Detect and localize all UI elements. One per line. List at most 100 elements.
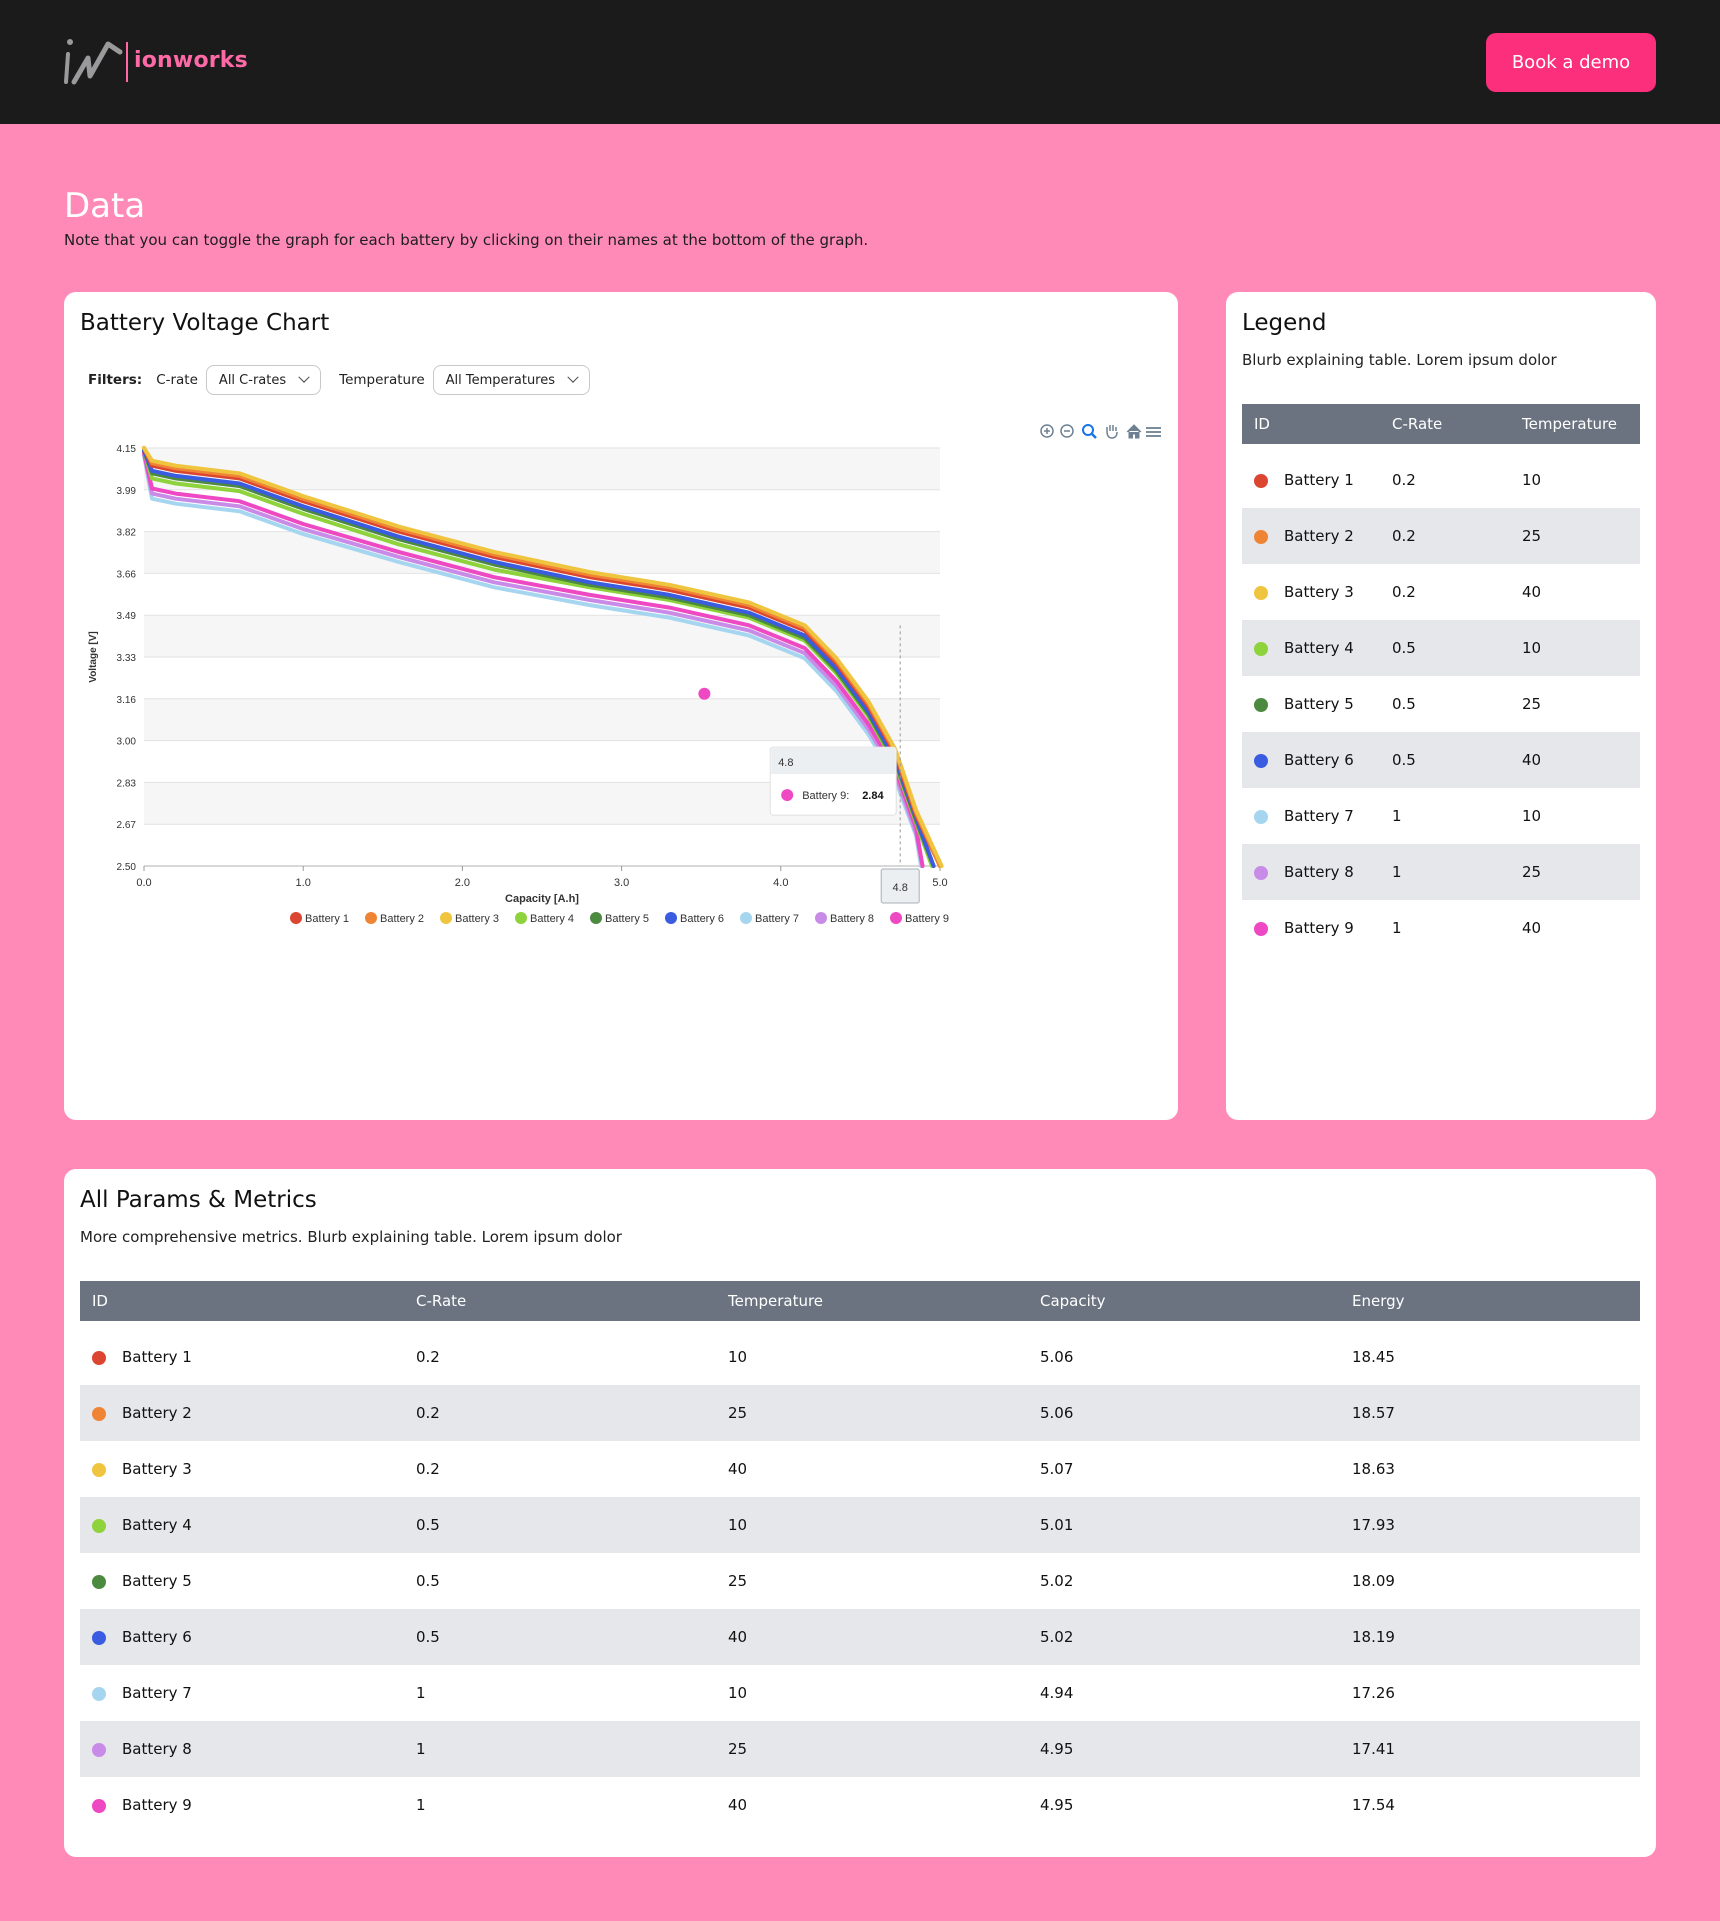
tooltip-series-name: Battery 9: xyxy=(802,790,849,802)
legend-color-marker xyxy=(290,912,302,924)
legend-crate-cell: 0.2 xyxy=(1380,508,1510,564)
metrics-temp-cell: 40 xyxy=(716,1609,1028,1665)
y-tick-label: 3.16 xyxy=(117,695,137,706)
legend-row[interactable]: Battery 6 0.5 40 xyxy=(1242,732,1640,788)
chart-legend-item[interactable]: Battery 3 xyxy=(440,912,499,925)
series-color-dot xyxy=(1254,809,1268,824)
zoom-out-icon[interactable] xyxy=(1060,424,1074,438)
filters-label: Filters: xyxy=(88,372,143,388)
legend-col-temperature: Temperature xyxy=(1510,404,1640,444)
series-color-dot xyxy=(92,1630,106,1645)
legend-col-id: ID xyxy=(1242,404,1380,444)
legend-temperature-cell: 40 xyxy=(1522,919,1542,937)
table-row[interactable]: Battery 3 0.2 40 5.07 18.63 xyxy=(80,1441,1640,1497)
table-row[interactable]: Battery 6 0.5 40 5.02 18.19 xyxy=(80,1609,1640,1665)
series-color-dot xyxy=(1254,529,1268,544)
table-row[interactable]: Battery 5 0.5 25 5.02 18.09 xyxy=(80,1553,1640,1609)
legend-color-marker xyxy=(890,912,902,924)
metrics-id-label: Battery 1 xyxy=(122,1348,192,1366)
metrics-capacity-cell: 5.06 xyxy=(1040,1348,1074,1366)
chart-legend-item[interactable]: Battery 1 xyxy=(290,912,349,925)
chart-legend-item[interactable]: Battery 8 xyxy=(815,912,874,925)
metrics-energy-cell: 17.41 xyxy=(1340,1721,1640,1777)
pan-hand-icon[interactable] xyxy=(1106,425,1118,439)
legend-item-label: Battery 4 xyxy=(530,913,574,925)
legend-row[interactable]: Battery 9 1 40 xyxy=(1242,900,1640,956)
y-axis-title: Voltage [V] xyxy=(88,631,99,682)
crate-filter-label: C-rate xyxy=(156,372,198,388)
metrics-id-cell: Battery 9 xyxy=(80,1777,404,1833)
metrics-temp-cell: 10 xyxy=(728,1684,748,1702)
tooltip-x-value: 4.8 xyxy=(778,757,793,769)
legend-crate-cell: 0.5 xyxy=(1392,695,1416,713)
legend-id-cell: Battery 7 xyxy=(1242,788,1380,844)
crosshair-x-label: 4.8 xyxy=(893,882,908,894)
menu-icon[interactable] xyxy=(1146,427,1161,437)
legend-crate-cell: 0.5 xyxy=(1380,732,1510,788)
legend-item-label: Battery 2 xyxy=(380,913,424,925)
voltage-line-chart[interactable]: 4.15 3.99 3.82 3.66 3.49 3.33 3.16 3.00 2.83 2.67… xyxy=(64,402,1178,1112)
legend-temperature-cell: 10 xyxy=(1510,620,1640,676)
metrics-id-label: Battery 4 xyxy=(122,1516,192,1534)
legend-col-crate: C-Rate xyxy=(1380,404,1510,444)
metrics-temp-cell: 10 xyxy=(716,1497,1028,1553)
table-row[interactable]: Battery 2 0.2 25 5.06 18.57 xyxy=(80,1385,1640,1441)
legend-id-label: Battery 1 xyxy=(1284,471,1354,489)
crate-filter-select[interactable]: All C-rates xyxy=(205,365,322,395)
chart-legend-item[interactable]: Battery 4 xyxy=(515,912,574,925)
legend-id-label: Battery 6 xyxy=(1284,751,1354,769)
temperature-filter-select[interactable]: All Temperatures xyxy=(432,365,591,395)
metrics-temp-cell: 40 xyxy=(728,1460,748,1478)
series-color-dot xyxy=(1254,473,1268,488)
metrics-energy-cell: 18.57 xyxy=(1340,1385,1640,1441)
grid-band xyxy=(144,698,940,741)
metrics-temp-cell: 25 xyxy=(716,1385,1028,1441)
legend-temperature-cell: 40 xyxy=(1522,583,1542,601)
legend-item-label: Battery 1 xyxy=(305,913,349,925)
chart-legend-item[interactable]: Battery 9 xyxy=(890,912,949,925)
legend-crate-cell: 0.2 xyxy=(1392,583,1416,601)
metrics-capacity-cell: 5.02 xyxy=(1040,1572,1074,1590)
legend-id-label: Battery 7 xyxy=(1284,807,1354,825)
legend-row[interactable]: Battery 5 0.5 25 xyxy=(1242,676,1640,732)
legend-row[interactable]: Battery 4 0.5 10 xyxy=(1242,620,1640,676)
legend-id-cell: Battery 4 xyxy=(1242,620,1380,676)
chart-legend-item[interactable]: Battery 5 xyxy=(590,912,649,925)
selection-zoom-icon[interactable] xyxy=(1082,424,1097,439)
legend-row[interactable]: Battery 8 1 25 xyxy=(1242,844,1640,900)
table-row[interactable]: Battery 7 1 10 4.94 17.26 xyxy=(80,1665,1640,1721)
metrics-energy-cell: 17.93 xyxy=(1340,1497,1640,1553)
params-metrics-card: All Params & Metrics More comprehensive … xyxy=(64,1169,1656,1857)
metrics-id-label: Battery 5 xyxy=(122,1572,192,1590)
legend-row[interactable]: Battery 7 1 10 xyxy=(1242,788,1640,844)
brand-logo[interactable]: ionworks xyxy=(62,34,262,90)
table-row[interactable]: Battery 4 0.5 10 5.01 17.93 xyxy=(80,1497,1640,1553)
chart-legend-item[interactable]: Battery 6 xyxy=(665,912,724,925)
table-row[interactable]: Battery 8 1 25 4.95 17.41 xyxy=(80,1721,1640,1777)
metrics-col-energy: Energy xyxy=(1340,1281,1640,1321)
series-color-dot xyxy=(92,1574,106,1589)
metrics-id-cell: Battery 8 xyxy=(80,1721,404,1777)
x-tick-label: 1.0 xyxy=(296,877,311,889)
chart-legend-item[interactable]: Battery 7 xyxy=(740,912,799,925)
legend-temperature-cell: 40 xyxy=(1510,732,1640,788)
legend-row[interactable]: Battery 1 0.2 10 xyxy=(1242,452,1640,508)
battery-voltage-chart-card: Battery Voltage Chart Filters: C-rate Al… xyxy=(64,292,1178,1120)
series-color-dot xyxy=(1254,585,1268,600)
legend-temperature-cell: 10 xyxy=(1522,471,1542,489)
x-tick-label: 2.0 xyxy=(455,877,470,889)
table-row[interactable]: Battery 1 0.2 10 5.06 18.45 xyxy=(80,1329,1640,1385)
home-reset-icon[interactable] xyxy=(1126,424,1142,439)
zoom-in-icon[interactable] xyxy=(1040,424,1054,438)
metrics-crate-cell: 0.2 xyxy=(416,1460,440,1478)
metrics-id-label: Battery 2 xyxy=(122,1404,192,1422)
legend-crate-cell: 0.5 xyxy=(1380,620,1510,676)
book-demo-button[interactable]: Book a demo xyxy=(1486,33,1656,92)
chart-card-title: Battery Voltage Chart xyxy=(80,310,330,336)
metrics-capacity-cell: 5.06 xyxy=(1028,1385,1340,1441)
legend-row[interactable]: Battery 3 0.2 40 xyxy=(1242,564,1640,620)
table-row[interactable]: Battery 9 1 40 4.95 17.54 xyxy=(80,1777,1640,1833)
legend-row[interactable]: Battery 2 0.2 25 xyxy=(1242,508,1640,564)
series-color-dot xyxy=(92,1406,106,1421)
chart-legend-item[interactable]: Battery 2 xyxy=(365,912,424,925)
